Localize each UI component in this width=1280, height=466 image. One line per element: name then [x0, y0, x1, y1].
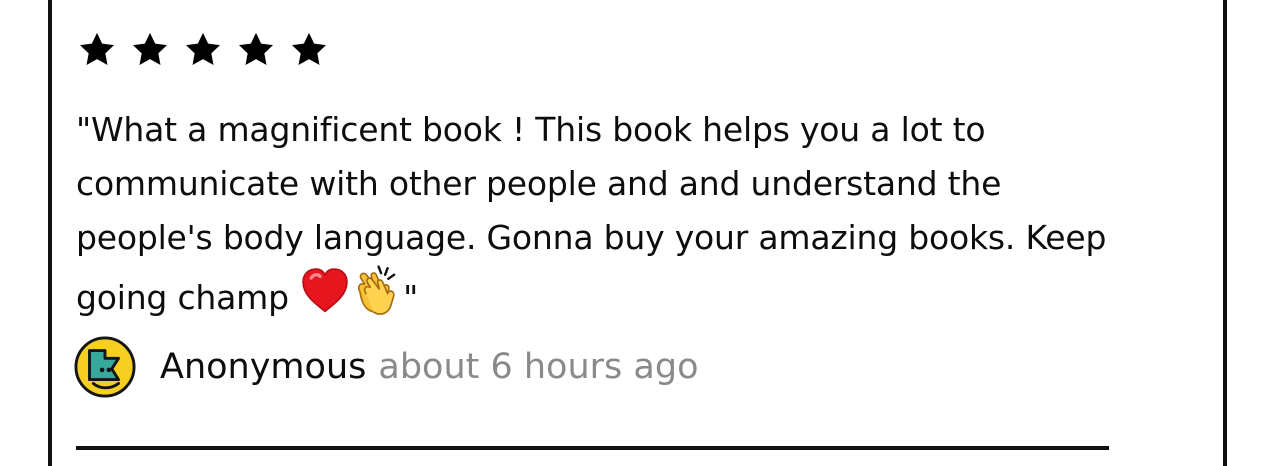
review-divider [76, 446, 1109, 450]
review-text: "What a magnificent book ! This book hel… [76, 103, 1116, 325]
author-info: Anonymous about 6 hours ago [74, 336, 699, 398]
review-body: "What a magnificent book ! This book hel… [76, 110, 1107, 317]
author-name: Anonymous [160, 347, 367, 387]
star-icon [129, 30, 180, 70]
avatar[interactable] [74, 336, 136, 398]
author-meta: Anonymous about 6 hours ago [160, 336, 699, 398]
review-timestamp: about 6 hours ago [378, 347, 699, 387]
star-icon [288, 30, 339, 70]
rating-stars [76, 30, 339, 70]
clapping-hands-icon [351, 265, 403, 317]
star-icon [235, 30, 286, 70]
star-icon [76, 30, 127, 70]
review-closing-quote: " [403, 278, 419, 317]
red-heart-icon [299, 265, 351, 317]
star-icon [182, 30, 233, 70]
